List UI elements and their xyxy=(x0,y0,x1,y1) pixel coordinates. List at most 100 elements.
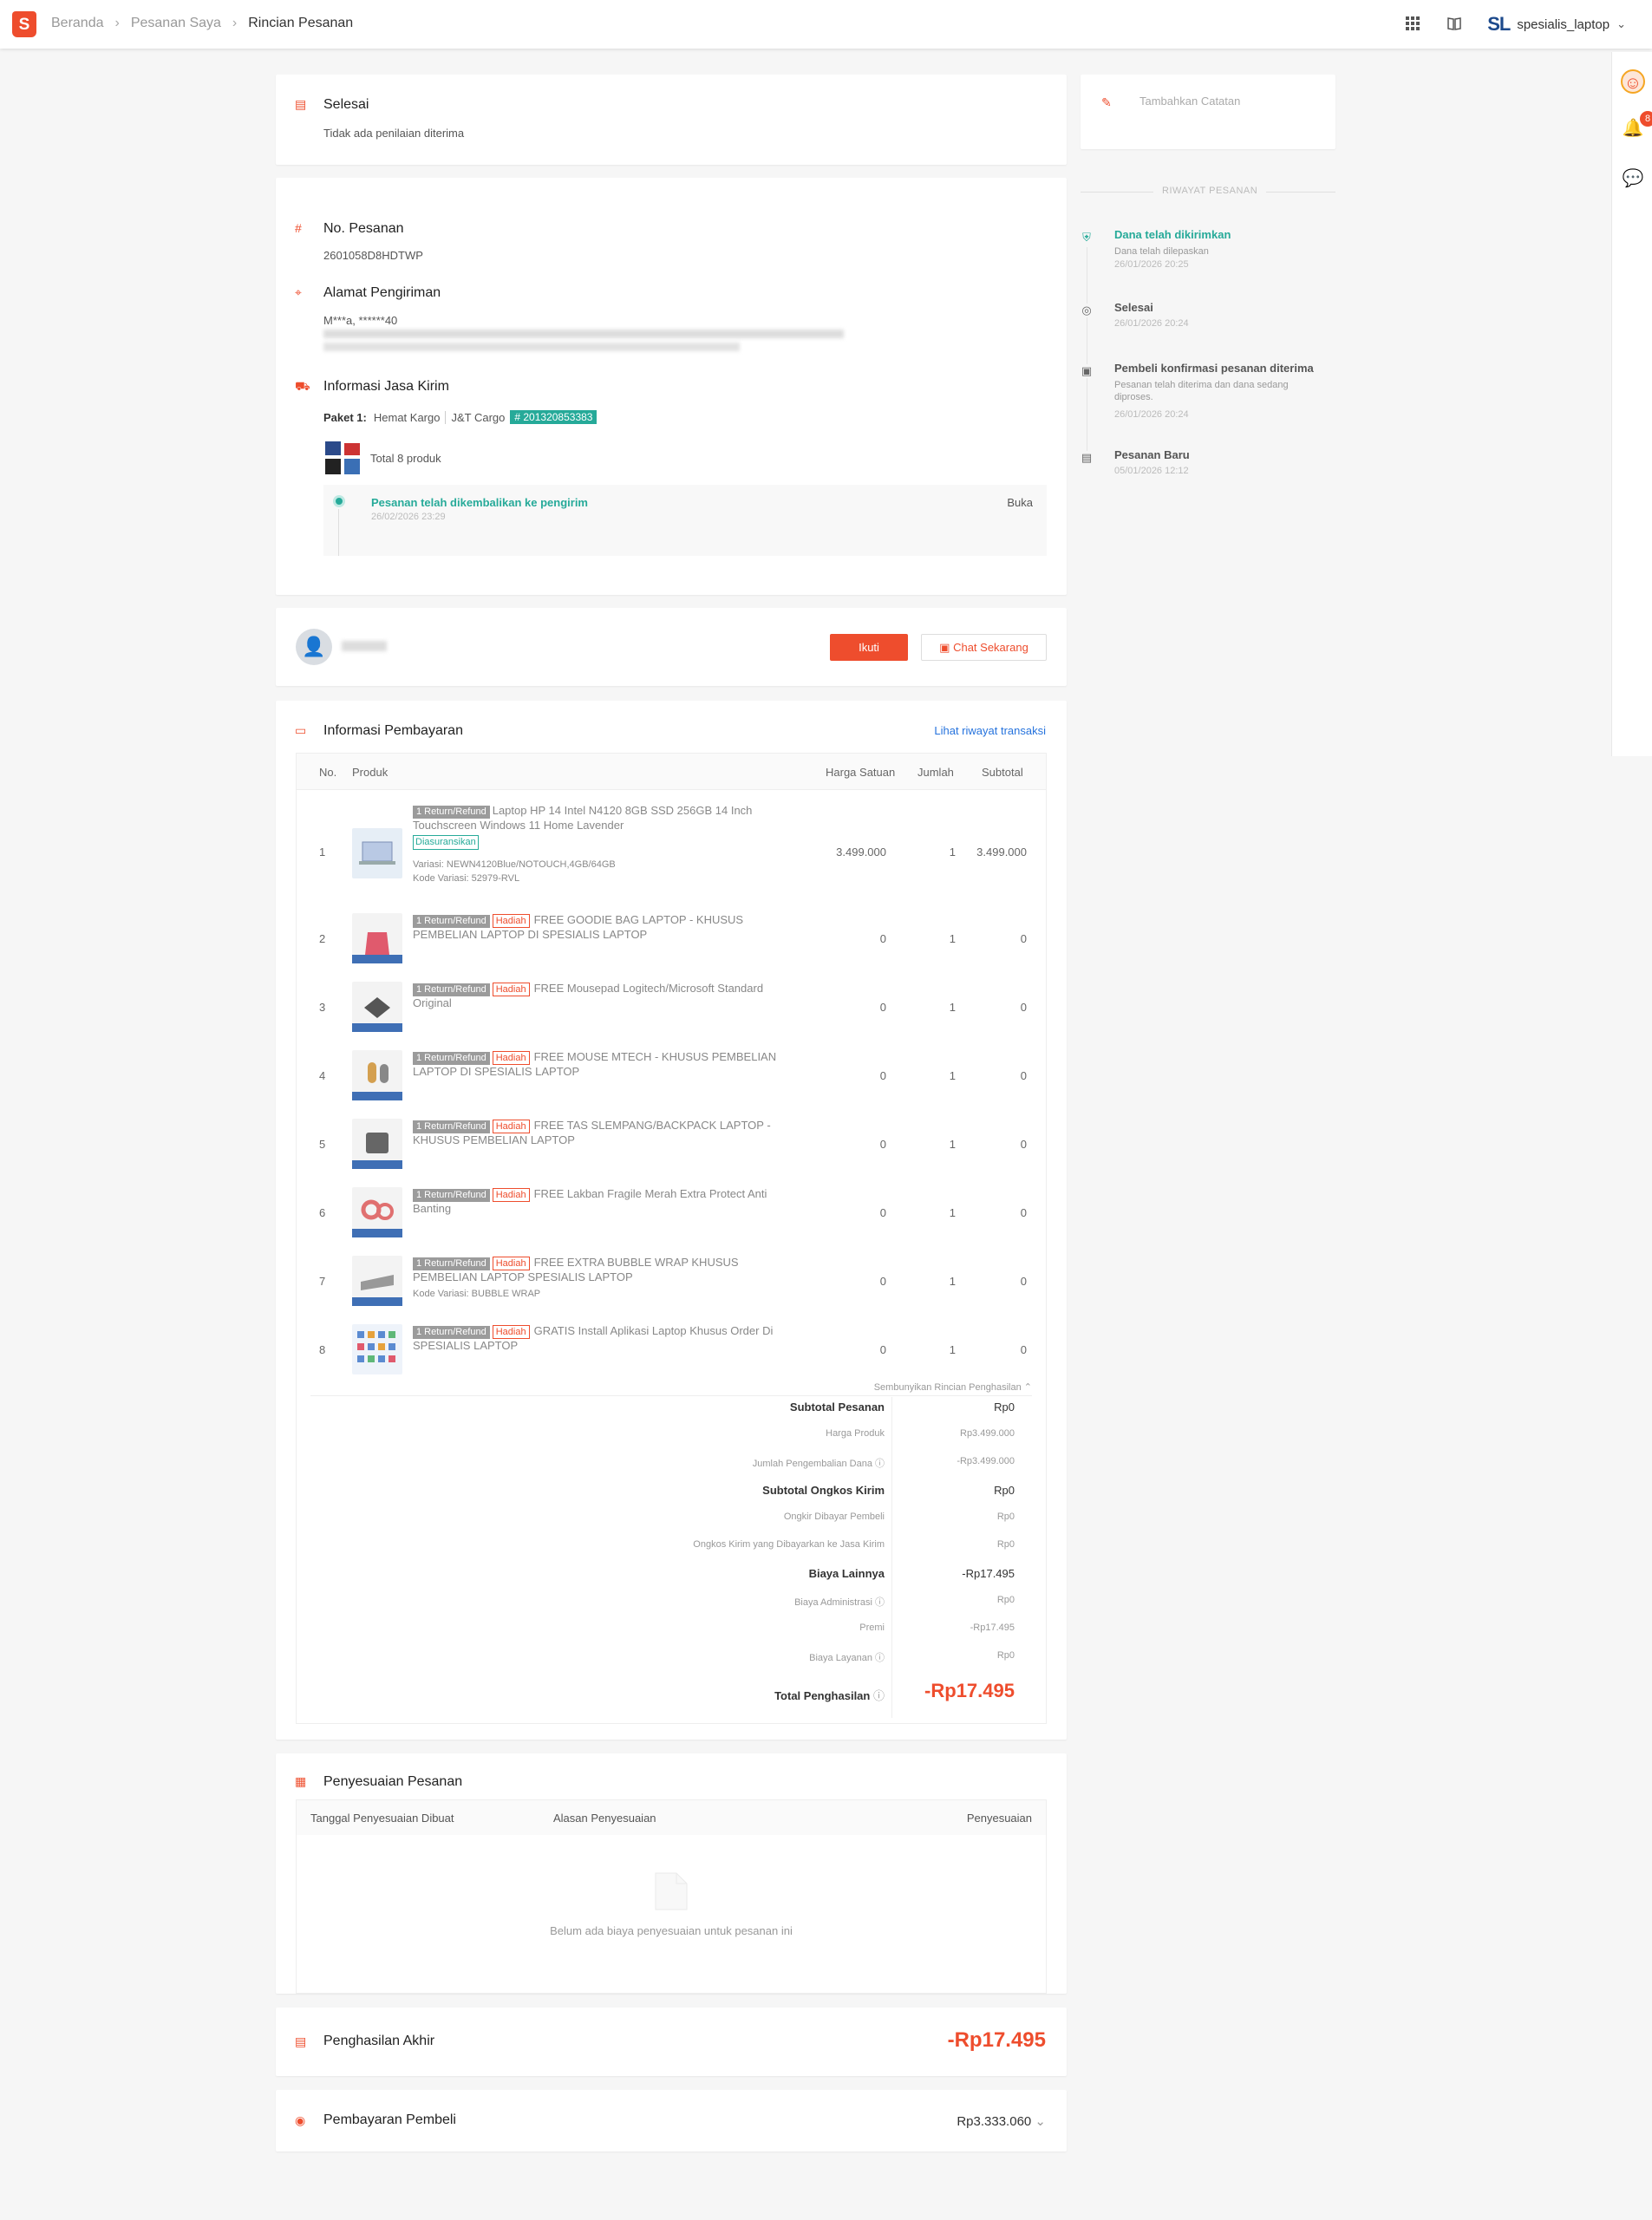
unit-price: 0 xyxy=(879,1069,886,1082)
address-redacted xyxy=(323,330,844,338)
gift-tag: Hadiah xyxy=(492,1051,530,1065)
status-title: Selesai xyxy=(323,97,369,112)
return-tag: 1 Return/Refund xyxy=(413,1189,490,1202)
shop-name[interactable]: spesialis_laptop xyxy=(1517,17,1610,32)
product-variant: Variasi: NEWN4120Blue/NOTOUCH,4GB/64GB xyxy=(413,859,616,870)
unit-price: 0 xyxy=(879,1275,886,1288)
open-tracking-link[interactable]: Buka xyxy=(1007,496,1033,509)
table-row: 3 1 Return/Refund Hadiah FREE Mousepad Log… xyxy=(297,976,1049,1037)
summary-label: Jumlah Pengembalian Dana ⓘ xyxy=(752,1459,885,1469)
tracking-number[interactable]: # 201320853383 xyxy=(510,410,597,424)
unit-price: 0 xyxy=(879,1206,886,1219)
summary-row: Jumlah Pengembalian Dana ⓘ -Rp3.499.000 xyxy=(297,1456,1049,1484)
product-name[interactable]: 1 Return/Refund Hadiah FREE TAS SLEMPANG/B… xyxy=(413,1119,803,1147)
product-name[interactable]: 1 Return/Refund Hadiah FREE MOUSE MTECH - … xyxy=(413,1050,803,1079)
product-name[interactable]: 1 Return/Refund Hadiah FREE Mousepad Logit… xyxy=(413,982,803,1010)
adjustment-table: Tanggal Penyesuaian Dibuat Alasan Penyes… xyxy=(296,1799,1047,1994)
summary-value: -Rp17.495 xyxy=(970,1623,1015,1633)
product-image[interactable] xyxy=(352,982,402,1032)
summary-row: Ongkir Dibayar Pembeli Rp0 xyxy=(297,1512,1049,1539)
info-icon[interactable]: ⓘ xyxy=(875,1459,885,1469)
product-name[interactable]: 1 Return/Refund Hadiah FREE GOODIE BAG LAP… xyxy=(413,913,803,942)
courier-name: J&T Cargo xyxy=(451,410,506,424)
col-adjustment-reason: Alasan Penyesuaian xyxy=(553,1812,656,1825)
apps-grid-icon[interactable] xyxy=(1404,16,1421,33)
product-image[interactable] xyxy=(352,913,402,963)
bell-icon[interactable]: 🔔 8 xyxy=(1621,111,1652,140)
summary-label: Ongkos Kirim yang Dibayarkan ke Jasa Kir… xyxy=(693,1539,885,1550)
product-image[interactable] xyxy=(352,1050,402,1100)
right-sidebar: ☺ 🔔 8 💬 xyxy=(1611,52,1652,756)
book-icon[interactable] xyxy=(1446,16,1463,33)
buyer-payment-card[interactable]: ◉ Pembayaran Pembeli Rp3.333.060 ⌄ xyxy=(276,2090,1067,2151)
product-name[interactable]: 1 Return/Refund Hadiah FREE Lakban Fragile… xyxy=(413,1187,803,1216)
info-icon[interactable]: ⓘ xyxy=(875,1653,885,1663)
total-income-label: Total Penghasilan ⓘ xyxy=(774,1689,885,1702)
quantity: 1 xyxy=(949,1138,956,1151)
notes-card[interactable]: ✎ Tambahkan Catatan xyxy=(1081,75,1335,149)
gift-tag: Hadiah xyxy=(492,914,530,928)
add-note-label[interactable]: Tambahkan Catatan xyxy=(1139,95,1240,108)
adjustment-icon: ▦ xyxy=(295,1774,307,1788)
avatar-icon[interactable]: ☺ xyxy=(1621,69,1645,94)
history-event-title: Pembeli konfirmasi pesanan diterima xyxy=(1114,362,1314,375)
follow-button[interactable]: Ikuti xyxy=(830,634,908,661)
unit-price: 3.499.000 xyxy=(836,846,886,859)
summary-row: Premi -Rp17.495 xyxy=(297,1623,1049,1650)
info-icon[interactable]: ⓘ xyxy=(875,1597,885,1608)
return-tag: 1 Return/Refund xyxy=(413,806,490,819)
shop-logo[interactable]: SL xyxy=(1487,13,1511,36)
row-number: 8 xyxy=(319,1343,326,1356)
col-subtotal: Subtotal xyxy=(982,766,1023,779)
tracking-dot xyxy=(333,495,345,507)
breadcrumb: Beranda › Pesanan Saya › Rincian Pesanan xyxy=(51,16,353,31)
product-image[interactable] xyxy=(352,828,402,878)
product-name[interactable]: 1 Return/Refund Laptop HP 14 Intel N4120 … xyxy=(413,804,803,832)
shopee-logo[interactable]: S xyxy=(12,11,36,37)
chevron-down-icon[interactable]: ⌄ xyxy=(1616,17,1626,31)
product-name[interactable]: 1 Return/Refund Hadiah GRATIS Install Apli… xyxy=(413,1324,803,1353)
table-row: 7 1 Return/Refund Hadiah FREE EXTRA BUBBLE… xyxy=(297,1250,1049,1311)
col-no: No. xyxy=(319,766,337,779)
row-number: 4 xyxy=(319,1069,326,1082)
breadcrumb-my-orders[interactable]: Pesanan Saya xyxy=(131,16,221,31)
product-image[interactable] xyxy=(352,1324,402,1374)
chat-icon: ▣ xyxy=(939,641,954,654)
table-header: No. Produk Harga Satuan Jumlah Subtotal xyxy=(297,754,1046,790)
quantity: 1 xyxy=(949,1069,956,1082)
table-row: 8 1 Return/Refund Hadiah GRATIS Install Ap… xyxy=(297,1319,1049,1380)
row-number: 3 xyxy=(319,1001,326,1014)
product-image[interactable] xyxy=(352,1187,402,1237)
gift-tag: Hadiah xyxy=(492,1257,530,1270)
col-unit-price: Harga Satuan xyxy=(826,766,896,779)
history-event-title: Pesanan Baru xyxy=(1114,448,1190,461)
info-icon[interactable]: ⓘ xyxy=(873,1689,885,1702)
return-tag: 1 Return/Refund xyxy=(413,915,490,928)
product-image[interactable] xyxy=(352,1256,402,1306)
summary-label: Biaya Administrasi ⓘ xyxy=(794,1597,885,1608)
breadcrumb-current: Rincian Pesanan xyxy=(248,16,354,30)
col-quantity: Jumlah xyxy=(917,766,954,779)
payment-icon: ◉ xyxy=(295,2113,306,2127)
summary-label: Ongkir Dibayar Pembeli xyxy=(783,1512,885,1522)
subtotal: 0 xyxy=(1020,1206,1027,1219)
hide-income-details-toggle[interactable]: Sembunyikan Rincian Penghasilan ⌃ xyxy=(874,1381,1032,1393)
product-image[interactable] xyxy=(352,1119,402,1169)
history-event-date: 05/01/2026 12:12 xyxy=(1114,466,1189,476)
summary-value: Rp0 xyxy=(996,1650,1015,1661)
product-name[interactable]: 1 Return/Refund Hadiah FREE EXTRA BUBBLE W… xyxy=(413,1256,803,1284)
gift-tag: Hadiah xyxy=(492,983,530,996)
transaction-history-link[interactable]: Lihat riwayat transaksi xyxy=(934,724,1046,737)
order-number-label: No. Pesanan xyxy=(323,221,404,236)
chevron-up-icon: ⌃ xyxy=(1023,1382,1032,1393)
row-number: 7 xyxy=(319,1275,326,1288)
avatar[interactable]: 👤 xyxy=(296,629,332,665)
buyer-payment-value[interactable]: Rp3.333.060 ⌄ xyxy=(957,2113,1046,2129)
note-edit-icon: ✎ xyxy=(1101,95,1112,109)
breadcrumb-home[interactable]: Beranda xyxy=(51,16,104,31)
chat-now-button[interactable]: ▣ Chat Sekarang xyxy=(921,634,1047,661)
col-adjustment-amount: Penyesuaian xyxy=(966,1812,1032,1825)
chat-icon[interactable]: 💬 xyxy=(1621,166,1645,191)
shipping-label: Informasi Jasa Kirim xyxy=(323,379,449,394)
summary-label: Harga Produk xyxy=(826,1428,885,1439)
